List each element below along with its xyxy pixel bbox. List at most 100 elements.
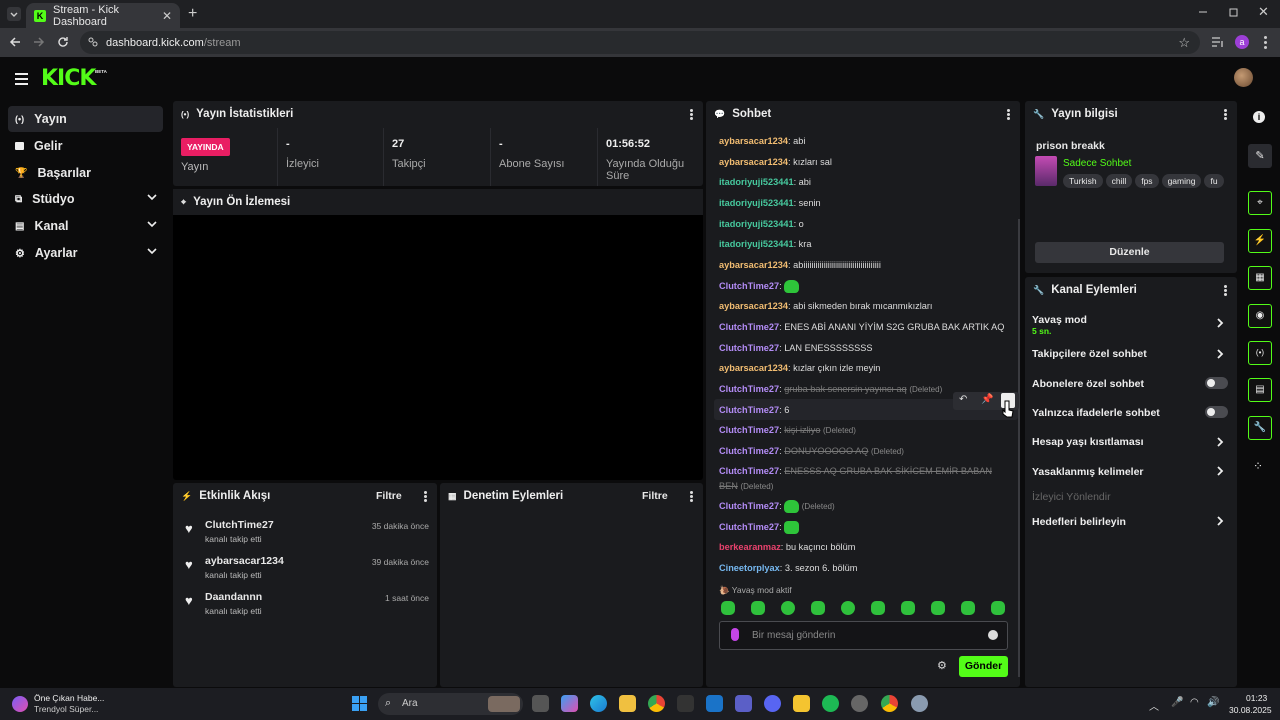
taskbar-search[interactable]: ⌕ Ara [378,693,523,715]
tag[interactable]: chill [1105,174,1133,188]
action-account-age[interactable]: Hesap yaşı kısıtlaması [1032,436,1144,448]
filter-button[interactable]: Filtre [642,490,668,502]
activity-user[interactable]: aybarsacar1234 [205,555,284,567]
more-options-icon[interactable] [690,109,693,120]
chevron-right-icon[interactable] [1217,349,1224,359]
sidebar-item-basarilar[interactable]: 🏆 Başarılar [8,160,163,186]
teams-icon[interactable] [735,695,752,712]
chat-username[interactable]: ClutchTime27 [719,446,779,456]
user-avatar[interactable] [1234,68,1253,87]
news-widget[interactable]: Öne Çıkan Habe... Trendyol Süper... [10,691,130,717]
site-info-icon[interactable] [88,37,98,47]
chat-username[interactable]: ClutchTime27 [719,501,779,511]
chat-username[interactable]: aybarsacar1234 [719,157,788,167]
edit-layout-button[interactable]: ✎ [1248,144,1272,168]
chevron-right-icon[interactable] [1217,466,1224,476]
outlook-icon[interactable] [706,695,723,712]
filter-button[interactable]: Filtre [376,490,402,502]
chat-message[interactable]: ClutchTime27: 6 [719,404,789,417]
tag[interactable]: fu [1204,174,1224,188]
store-icon[interactable] [677,695,694,712]
toolbox-info-button[interactable]: ▤ [1248,378,1272,402]
chrome-active-icon[interactable] [881,695,898,712]
chevron-right-icon[interactable] [1217,516,1224,526]
emotes-only-toggle[interactable] [1205,406,1228,418]
sidebar-item-yayin[interactable]: (•) Yayın [8,106,163,132]
sidebar-item-ayarlar[interactable]: ⚙ Ayarlar [8,240,163,266]
sidebar-item-gelir[interactable]: Gelir [8,133,163,159]
chat-username[interactable]: ClutchTime27 [719,384,779,394]
toolbox-actions-button[interactable]: 🔧 [1248,416,1272,440]
reload-icon[interactable] [57,36,69,48]
emote-icon[interactable] [721,601,735,615]
edit-button[interactable]: Düzenle [1035,242,1224,263]
emote-icon[interactable] [991,601,1005,615]
windows-start-icon[interactable] [352,696,368,712]
tag[interactable]: fps [1135,174,1159,188]
chat-username[interactable]: ClutchTime27 [719,405,779,415]
file-explorer-icon[interactable] [619,695,636,712]
clock-date[interactable]: 30.08.2025 [1229,705,1272,715]
chevron-right-icon[interactable] [1217,437,1224,447]
chat-settings-icon[interactable]: ⚙ [937,659,947,672]
pin-icon[interactable]: 📌 [981,394,993,405]
more-options-icon[interactable] [1224,109,1227,120]
emote-icon[interactable] [841,601,855,615]
chat-username[interactable]: ClutchTime27 [719,466,779,476]
action-followers-only[interactable]: Takipçilere özel sohbet [1032,348,1147,360]
profile-avatar[interactable]: a [1235,35,1249,49]
wifi-icon[interactable]: ◠ [1190,697,1199,708]
edge-icon[interactable] [590,695,607,712]
chat-username[interactable]: itadoriyuji523441 [719,177,794,187]
chat-username[interactable]: aybarsacar1234 [719,260,788,270]
chat-username[interactable]: berkearanmaz [719,542,781,552]
chat-username[interactable]: itadoriyuji523441 [719,239,794,249]
activity-user[interactable]: ClutchTime27 [205,519,274,531]
browser-menu-icon[interactable] [1264,36,1267,49]
timeout-icon[interactable]: ↶ [959,394,967,405]
bookmark-star-icon[interactable]: ☆ [1178,35,1190,51]
close-window-icon[interactable]: ✕ [1258,4,1269,20]
media-control-icon[interactable] [1211,36,1224,48]
chat-username[interactable]: itadoriyuji523441 [719,198,794,208]
more-tools-icon[interactable]: ⁘ [1253,459,1263,473]
chat-username[interactable]: ClutchTime27 [719,281,779,291]
spotify-icon[interactable] [822,695,839,712]
action-banned-words[interactable]: Yasaklanmış kelimeler [1032,466,1144,478]
steam-icon[interactable] [851,695,868,712]
action-slow-mode[interactable]: Yavaş mod [1032,314,1087,326]
kick-logo[interactable]: KICK [41,66,96,91]
close-tab-icon[interactable]: ✕ [162,9,172,23]
back-icon[interactable] [9,36,21,48]
microphone-tray-icon[interactable]: 🎤 [1171,697,1183,708]
emote-icon[interactable] [811,601,825,615]
app-icon[interactable] [793,695,810,712]
activity-user[interactable]: Daandannn [205,591,262,603]
tab-list-icon[interactable] [7,7,21,21]
new-tab-icon[interactable]: + [188,5,197,23]
tag[interactable]: Turkish [1063,174,1103,188]
chat-username[interactable]: ClutchTime27 [719,522,779,532]
microphone-icon[interactable] [731,628,739,641]
emote-icon[interactable] [931,601,945,615]
tag[interactable]: gaming [1161,174,1202,188]
chat-username[interactable]: itadoriyuji523441 [719,219,794,229]
minimize-icon[interactable] [1198,6,1208,16]
tray-chevron-icon[interactable]: ︿ [1149,698,1159,713]
action-goals[interactable]: Hedefleri belirleyin [1032,516,1126,528]
toolbox-stats-button[interactable]: (•) [1248,341,1272,365]
toolbox-moderation-button[interactable]: ▦ [1248,266,1272,290]
chat-username[interactable]: ClutchTime27 [719,343,779,353]
task-view-icon[interactable] [532,695,549,712]
toolbox-chat-button[interactable]: ◉ [1248,304,1272,328]
emote-icon[interactable] [751,601,765,615]
discord-icon[interactable] [764,695,781,712]
more-options-icon[interactable] [1007,109,1010,120]
maximize-icon[interactable] [1229,8,1239,18]
more-options-icon[interactable] [690,491,693,502]
volume-icon[interactable]: 🔊 [1207,697,1219,708]
chat-username[interactable]: Cineetorplyax [719,563,780,573]
chat-username[interactable]: aybarsacar1234 [719,363,788,373]
hamburger-menu-icon[interactable] [15,73,28,85]
chat-username[interactable]: aybarsacar1234 [719,136,788,146]
